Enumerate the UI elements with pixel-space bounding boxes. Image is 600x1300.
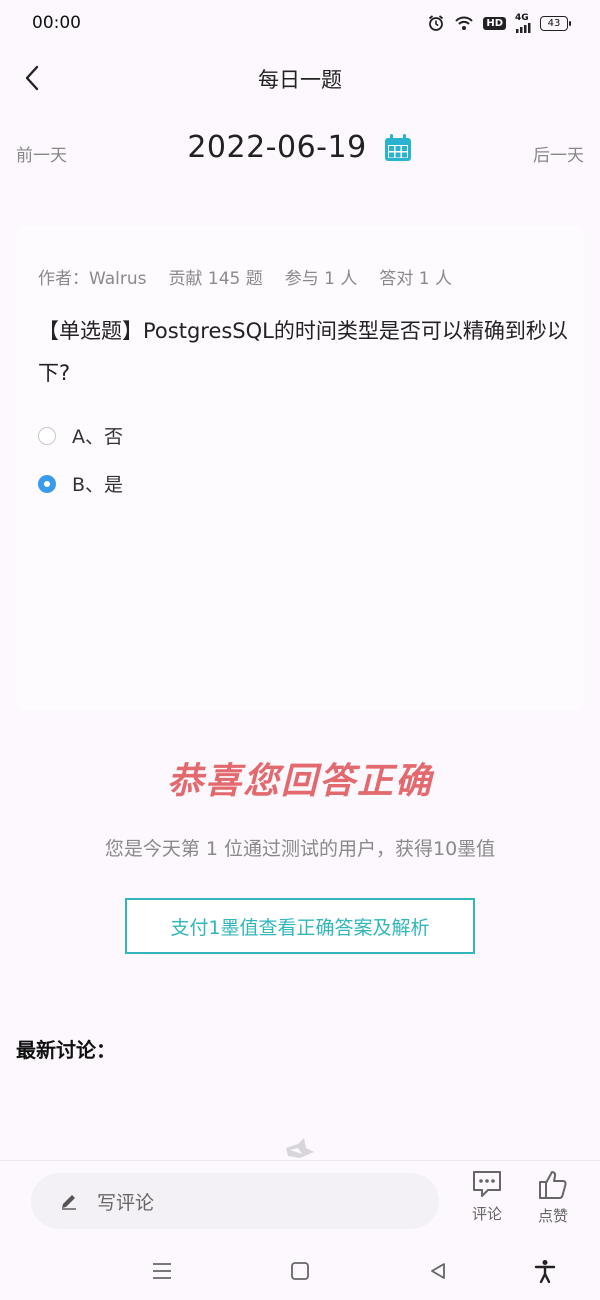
question-meta: 作者：Walrus 贡献 145 题 参与 1 人 答对 1 人: [38, 264, 452, 289]
correct-count: 答对 1 人: [379, 269, 452, 289]
battery-icon: 43: [540, 15, 571, 31]
like-label: 点赞: [537, 1207, 568, 1225]
date-display: 2022-06-19: [0, 130, 600, 165]
discussion-title: 最新讨论：: [16, 1038, 116, 1062]
calendar-button[interactable]: [383, 133, 413, 163]
option-label: A、否: [72, 426, 123, 448]
hd-badge: HD: [483, 16, 506, 30]
accessibility-icon: [534, 1260, 556, 1283]
status-time: 00:00: [32, 13, 81, 33]
option-a[interactable]: A、否: [38, 422, 123, 449]
battery-level: 43: [547, 17, 561, 29]
comment-input[interactable]: 写评论: [31, 1173, 439, 1229]
comment-placeholder: 写评论: [97, 1191, 155, 1214]
home-button[interactable]: [285, 1256, 315, 1286]
radio-unchecked[interactable]: [38, 426, 56, 445]
date-navigation: 前一天 2022-06-19 后一天: [0, 126, 600, 180]
empty-state-icon: [286, 1138, 314, 1158]
nav-bar: 每日一题: [0, 50, 600, 108]
comment-button[interactable]: 评论: [462, 1169, 512, 1224]
thumbs-up-icon: [539, 1171, 567, 1199]
accessibility-button[interactable]: [530, 1256, 560, 1286]
contributed-count: 贡献 145 题: [168, 269, 263, 289]
question-card: 作者：Walrus 贡献 145 题 参与 1 人 答对 1 人 【单选题】Po…: [16, 226, 584, 710]
signal-icon: 4G: [515, 12, 531, 33]
pay-to-view-answer-button[interactable]: 支付1墨值查看正确答案及解析: [125, 898, 475, 954]
network-type-label: 4G: [515, 12, 529, 23]
wifi-icon: [454, 15, 474, 31]
alarm-icon: [427, 14, 445, 32]
bottom-action-bar: 写评论 评论 点赞: [0, 1160, 600, 1240]
system-navigation-bar: [0, 1240, 600, 1300]
participants-count: 参与 1 人: [284, 269, 358, 289]
pencil-icon: [62, 1195, 76, 1210]
home-square-icon: [291, 1262, 309, 1280]
radio-checked[interactable]: [38, 474, 56, 493]
next-day-button[interactable]: 后一天: [533, 141, 584, 166]
menu-icon: [153, 1263, 171, 1279]
back-triangle-icon: [431, 1263, 445, 1279]
option-label: B、是: [72, 474, 124, 496]
option-b[interactable]: B、是: [38, 470, 123, 497]
like-button[interactable]: 点赞: [528, 1169, 578, 1226]
status-bar: 00:00 HD 4G 43: [0, 0, 600, 46]
page-title: 每日一题: [258, 68, 342, 92]
status-icons: HD 4G 43: [427, 12, 571, 33]
menu-button[interactable]: [147, 1256, 177, 1286]
question-text: 【单选题】PostgresSQL的时间类型是否可以精确到秒以下?: [38, 319, 568, 385]
author-label: 作者：Walrus: [38, 269, 147, 289]
comment-label: 评论: [471, 1205, 502, 1223]
result-subtitle: 您是今天第 1 位通过测试的用户，获得10墨值: [104, 838, 496, 860]
back-nav-button[interactable]: [423, 1256, 453, 1286]
result-title: 恭喜您回答正确: [166, 761, 433, 802]
calendar-icon: [384, 133, 411, 161]
current-date: 2022-06-19: [187, 130, 367, 165]
comment-icon: [473, 1171, 501, 1197]
